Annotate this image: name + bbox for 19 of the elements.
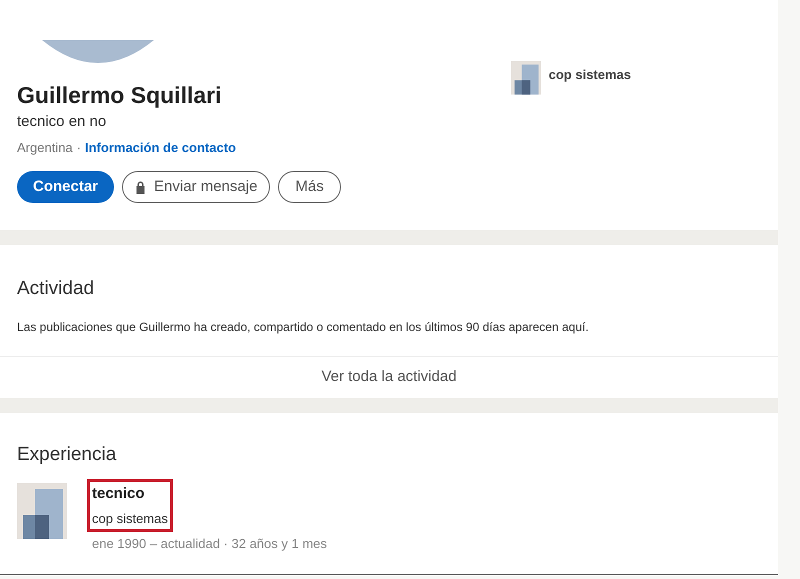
company-logo-icon	[17, 483, 67, 539]
contact-info-link[interactable]: Información de contacto	[85, 138, 236, 157]
company-logo-icon	[510, 61, 541, 95]
see-all-activity-link[interactable]: Ver toda la actividad	[321, 366, 457, 388]
message-button[interactable]: Enviar mensaje	[122, 171, 270, 203]
activity-description: Las publicaciones que Guillermo ha creado, compartido o comentado en los últimos 90 días aparecen aquí.	[17, 318, 590, 336]
more-button[interactable]: Más	[278, 171, 341, 203]
job-title: tecnico	[92, 484, 146, 504]
connect-button[interactable]: Conectar	[17, 171, 114, 203]
job-company: cop sistemas	[92, 510, 168, 528]
lock-icon	[135, 180, 146, 194]
profile-headline: tecnico en no	[17, 112, 108, 132]
section-title: Experiencia	[17, 442, 118, 466]
company-name[interactable]: cop sistemas	[548, 65, 631, 84]
separator-dot: ·	[76, 138, 81, 156]
job-dates: ene 1990 – actualidad · 32 años y 1 mes	[92, 535, 327, 553]
profile-name: Guillermo Squillari	[17, 81, 222, 109]
location: Argentina	[17, 138, 73, 157]
section-title: Actividad	[17, 277, 96, 301]
